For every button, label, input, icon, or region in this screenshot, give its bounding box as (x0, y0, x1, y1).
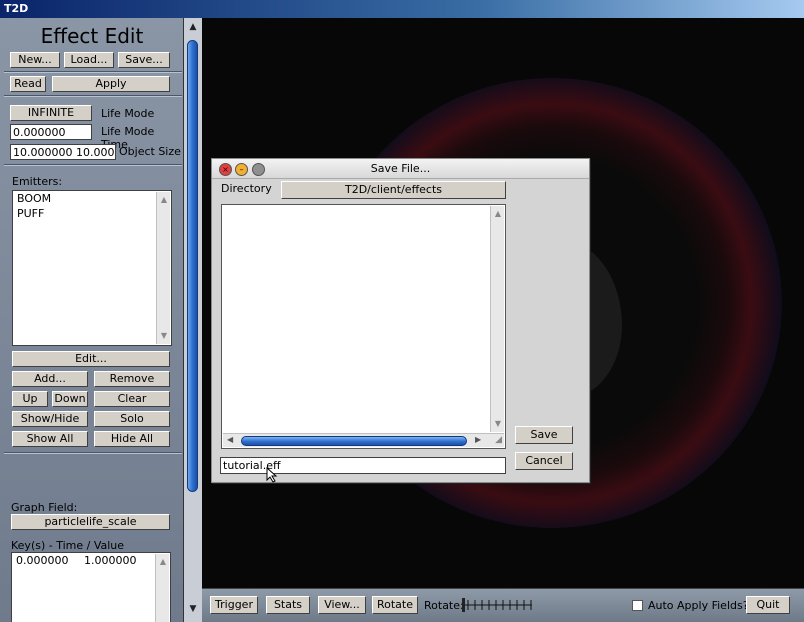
life-mode-button[interactable]: INFINITE (10, 105, 92, 121)
save-button[interactable]: Save... (118, 52, 170, 68)
scroll-left-icon[interactable]: ◀ (227, 435, 233, 444)
panel-title: Effect Edit (40, 24, 144, 48)
slider-handle[interactable] (462, 598, 465, 612)
save-dialog-cancel-button[interactable]: Cancel (515, 452, 573, 470)
directory-path-button[interactable]: T2D/client/effects (281, 181, 506, 199)
keys-label: Key(s) - Time / Value (11, 539, 125, 552)
bottom-toolbar: Trigger Stats View... Rotate Rotate: Aut… (202, 588, 804, 622)
scroll-thumb[interactable] (241, 436, 467, 446)
window-titlebar: T2D (0, 0, 804, 18)
quit-button[interactable]: Quit (746, 596, 790, 614)
keys-scrollbar[interactable]: ▲ (155, 554, 169, 622)
apply-button[interactable]: Apply (52, 76, 170, 92)
maximize-icon[interactable] (252, 163, 265, 176)
list-item[interactable]: BOOM (13, 191, 171, 206)
clear-button[interactable]: Clear (94, 391, 170, 407)
edit-emitter-button[interactable]: Edit... (12, 351, 170, 367)
scroll-up-icon[interactable]: ▲ (156, 556, 170, 568)
add-emitter-button[interactable]: Add... (12, 371, 88, 387)
show-all-button[interactable]: Show All (12, 431, 88, 447)
directory-label: Directory (221, 182, 272, 195)
hide-all-button[interactable]: Hide All (94, 431, 170, 447)
window-title: T2D (4, 2, 29, 15)
mouse-cursor-icon (266, 467, 278, 483)
divider (4, 452, 182, 454)
rotate-label: Rotate: (424, 599, 464, 612)
emitters-label: Emitters: (12, 175, 63, 188)
graph-field-label: Graph Field: (11, 501, 78, 514)
file-list[interactable]: ▲ ▼ ◀ ▶ ◢ (221, 204, 506, 449)
divider (4, 164, 182, 166)
object-size-input[interactable]: 10.000000 10.000000 (10, 144, 116, 160)
scroll-down-icon[interactable]: ▼ (157, 330, 171, 342)
auto-apply-label: Auto Apply Fields? (648, 599, 749, 612)
emitters-list[interactable]: BOOM PUFF ▲ ▼ (12, 190, 172, 346)
file-list-hscrollbar[interactable]: ◀ ▶ ◢ (223, 433, 504, 447)
scroll-up-icon[interactable]: ▲ (184, 22, 202, 32)
show-hide-button[interactable]: Show/Hide (12, 411, 88, 427)
rotate-button[interactable]: Rotate (372, 596, 418, 614)
divider (4, 95, 182, 97)
scroll-down-icon[interactable]: ▼ (184, 604, 202, 614)
object-size-label: Object Size (119, 145, 181, 158)
panel-scrollbar[interactable]: ▲ ▼ (184, 18, 202, 622)
scroll-down-icon[interactable]: ▼ (491, 418, 505, 430)
dialog-title: Save File... (370, 162, 431, 175)
minimize-icon[interactable]: – (235, 163, 248, 176)
rotate-slider[interactable] (460, 597, 534, 613)
list-item[interactable]: PUFF (13, 206, 171, 221)
scroll-thumb[interactable] (187, 40, 198, 492)
view-button[interactable]: View... (318, 596, 366, 614)
load-button[interactable]: Load... (64, 52, 114, 68)
keys-list[interactable]: 0.000000 1.000000 ▲ (11, 552, 171, 622)
auto-apply-checkbox[interactable] (632, 600, 643, 611)
remove-emitter-button[interactable]: Remove (94, 371, 170, 387)
key-time: 0.000000 (16, 554, 69, 567)
new-button[interactable]: New... (10, 52, 60, 68)
move-down-button[interactable]: Down (52, 391, 88, 407)
trigger-button[interactable]: Trigger (210, 596, 258, 614)
stats-button[interactable]: Stats (266, 596, 310, 614)
dialog-titlebar[interactable]: Save File... (212, 159, 589, 179)
graph-field-selector[interactable]: particlelife_scale (11, 514, 170, 530)
save-file-dialog: Save File... × – Directory T2D/client/ef… (211, 158, 590, 483)
emitters-scrollbar[interactable]: ▲ ▼ (156, 192, 170, 344)
read-button[interactable]: Read (10, 76, 46, 92)
effect-edit-panel: Effect Edit New... Load... Save... Read … (0, 18, 184, 622)
filename-input[interactable]: tutorial.eff (220, 457, 506, 474)
life-mode-time-input[interactable]: 0.000000 (10, 124, 92, 140)
scroll-up-icon[interactable]: ▲ (157, 194, 171, 206)
key-value: 1.000000 (84, 554, 137, 567)
table-row[interactable]: 0.000000 1.000000 (12, 553, 170, 568)
file-list-vscrollbar[interactable]: ▲ ▼ (490, 206, 504, 432)
close-icon[interactable]: × (219, 163, 232, 176)
life-mode-label: Life Mode (101, 107, 155, 120)
save-dialog-save-button[interactable]: Save (515, 426, 573, 444)
scroll-right-icon[interactable]: ▶ (475, 435, 481, 444)
solo-button[interactable]: Solo (94, 411, 170, 427)
resize-grip-icon[interactable]: ◢ (495, 435, 502, 445)
scroll-up-icon[interactable]: ▲ (491, 208, 505, 220)
divider (4, 71, 182, 73)
move-up-button[interactable]: Up (12, 391, 48, 407)
